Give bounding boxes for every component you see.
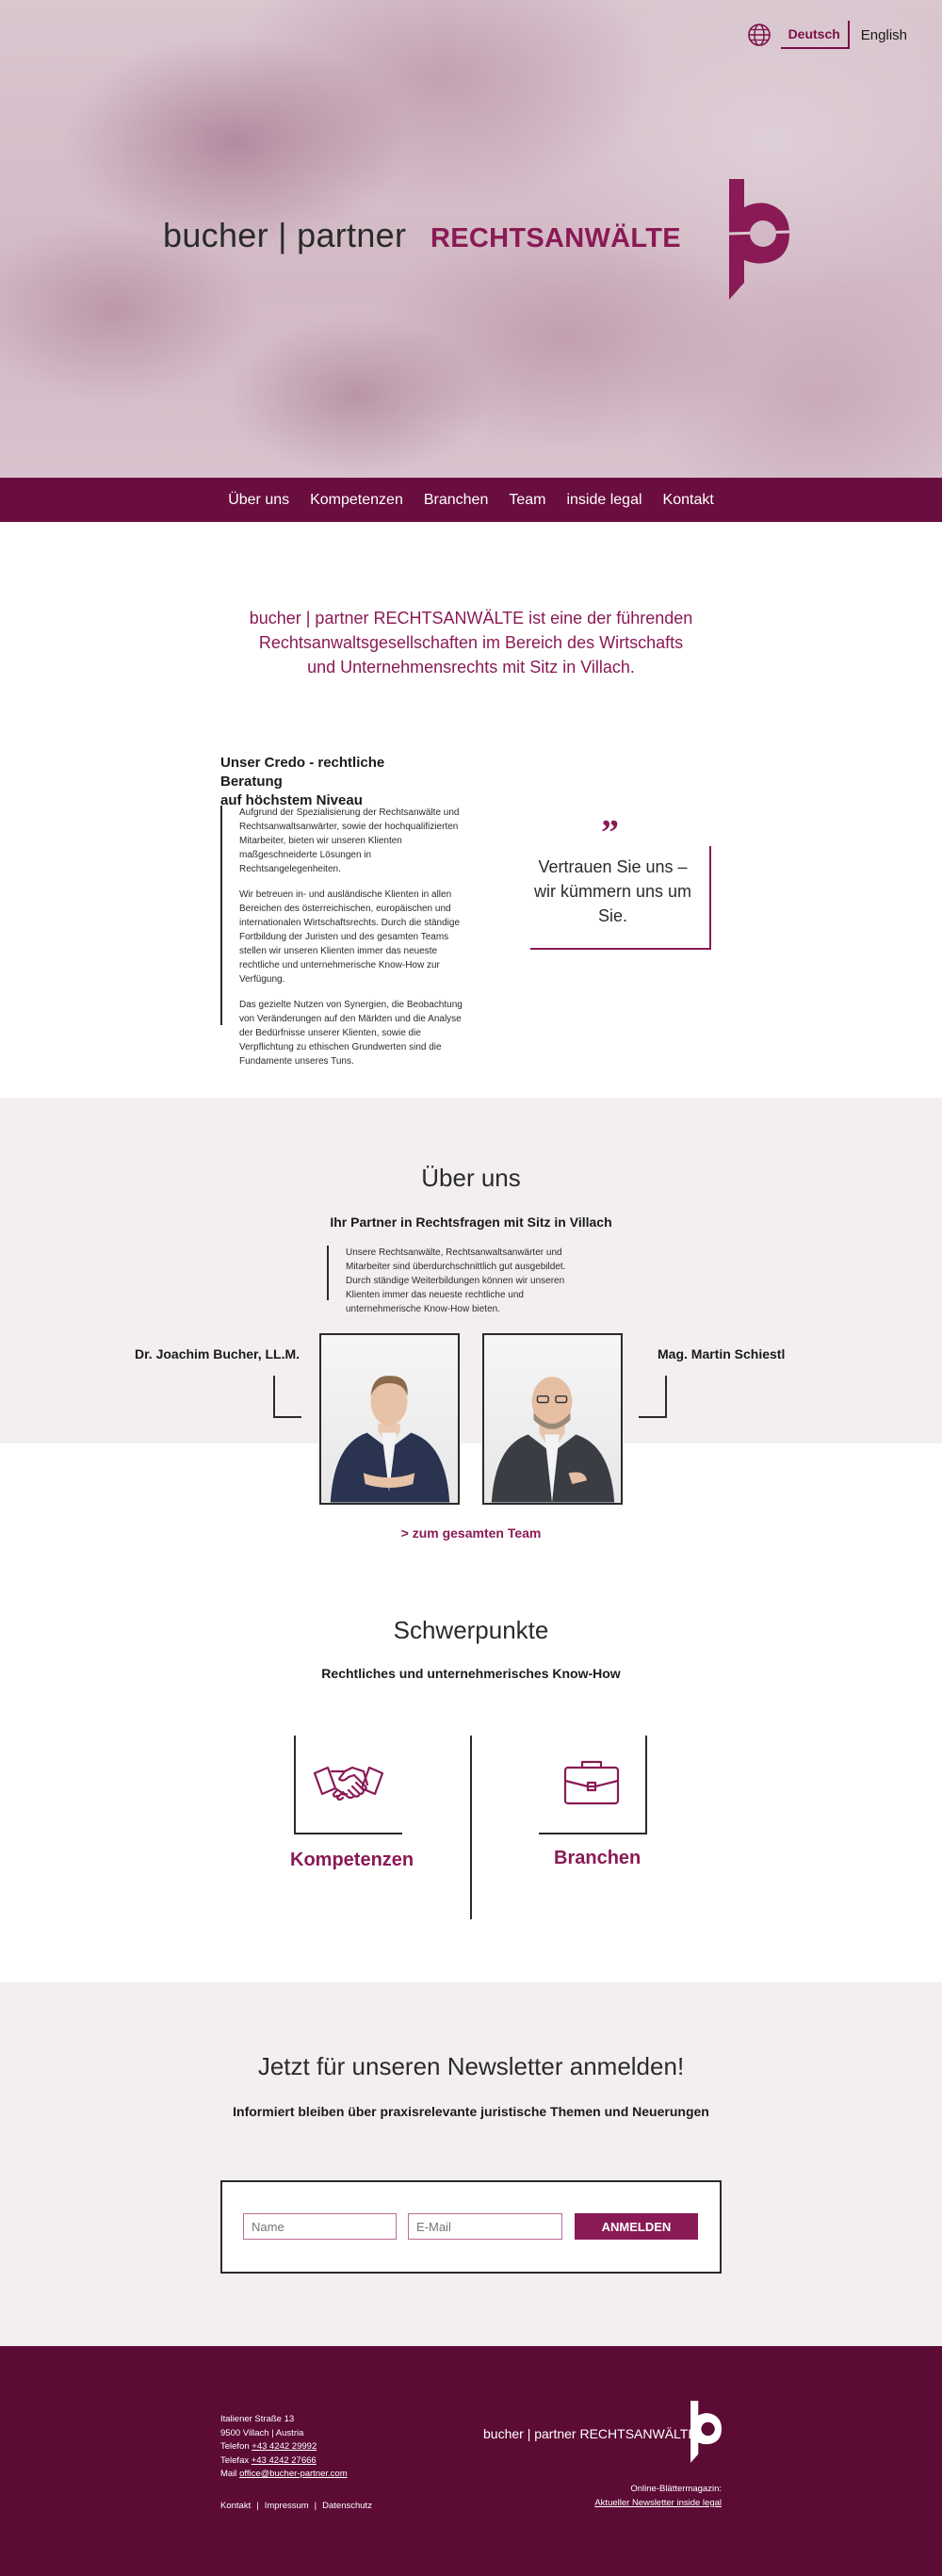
- language-switcher: Deutsch English: [747, 21, 909, 49]
- nav-item-inside-legal[interactable]: inside legal: [566, 492, 642, 509]
- name-field[interactable]: [243, 2213, 397, 2240]
- footer-separator: |: [314, 2501, 317, 2511]
- newsletter-section-bg: [0, 1982, 942, 2346]
- brand-name: bucher | partner: [163, 216, 407, 254]
- nav-item-branchen[interactable]: Branchen: [424, 492, 489, 509]
- phone-link[interactable]: +43 4242 29992: [252, 2441, 317, 2452]
- briefcase-icon[interactable]: [554, 1754, 629, 1811]
- quote-text: Vertrauen Sie uns – wir kümmern uns um S…: [533, 857, 692, 925]
- connector-line: [273, 1376, 301, 1418]
- globe-icon[interactable]: [747, 23, 771, 47]
- subscribe-button[interactable]: ANMELDEN: [575, 2213, 698, 2240]
- credo-title-line: Unser Credo - rechtliche Beratung: [220, 755, 385, 790]
- lang-english-link[interactable]: English: [859, 22, 909, 49]
- page: Deutsch English bucher | partner RECHTSA…: [0, 0, 942, 2576]
- team-link[interactable]: > zum gesamten Team: [0, 1525, 942, 1541]
- footer-link-kontakt[interactable]: Kontakt: [220, 2501, 251, 2511]
- portrait-image: [330, 1376, 450, 1503]
- email-field[interactable]: [408, 2213, 562, 2240]
- credo-paragraph: Aufgrund der Spezialisierung der Rechtsa…: [239, 807, 460, 874]
- nav-item-ueber-uns[interactable]: Über uns: [228, 492, 289, 509]
- footer-links: Kontakt | Impressum | Datenschutz: [220, 2501, 372, 2511]
- footer-magazine: Online-Blättermagazin: Aktueller Newslet…: [594, 2483, 722, 2510]
- address-mail: Mail office@bucher-partner.com: [220, 2468, 348, 2482]
- portrait-schiestl[interactable]: [482, 1333, 623, 1505]
- mail-link[interactable]: office@bucher-partner.com: [239, 2469, 348, 2479]
- about-title: Über uns: [421, 1164, 521, 1192]
- nav-item-kontakt[interactable]: Kontakt: [663, 492, 714, 509]
- intro-line: bucher | partner RECHTSANWÄLTE ist eine …: [249, 609, 693, 628]
- portrait-image: [491, 1377, 615, 1503]
- intro-line: und Unternehmensrechts mit Sitz in Villa…: [307, 658, 635, 677]
- about-subtitle: Ihr Partner in Rechtsfragen mit Sitz in …: [330, 1215, 612, 1230]
- lang-deutsch-link[interactable]: Deutsch: [780, 21, 850, 49]
- mail-label: Mail: [220, 2469, 237, 2479]
- address-phone: Telefon +43 4242 29992: [220, 2440, 348, 2454]
- about-body: Unsere Rechtsanwälte, Rechtsanwaltsanwär…: [327, 1246, 581, 1314]
- credo-paragraph: Das gezielte Nutzen von Synergien, die B…: [239, 1000, 463, 1067]
- intro-text: bucher | partner RECHTSANWÄLTE ist eine …: [0, 606, 942, 679]
- address-city: 9500 Villach | Austria: [220, 2427, 304, 2438]
- address-street: Italiener Straße 13: [220, 2414, 295, 2424]
- credo-body: Aufgrund der Spezialisierung der Rechtsa…: [220, 806, 465, 1067]
- fax-label: Telefax: [220, 2454, 250, 2466]
- newsletter-subtitle: Informiert bleiben über praxisrelevante …: [233, 2104, 709, 2119]
- magazine-link[interactable]: Aktueller Newsletter inside legal: [594, 2497, 722, 2511]
- magazine-label: Online-Blättermagazin:: [630, 2484, 722, 2494]
- nav-item-kompetenzen[interactable]: Kompetenzen: [310, 492, 403, 509]
- brand-suffix: RECHTSANWÄLTE: [430, 223, 681, 253]
- credo-paragraph: Wir betreuen in- und ausländische Klient…: [239, 889, 461, 985]
- hero-banner: Deutsch English bucher | partner RECHTSA…: [0, 0, 942, 478]
- footer-address: Italiener Straße 13 9500 Villach | Austr…: [220, 2413, 348, 2482]
- kompetenzen-link[interactable]: Kompetenzen: [290, 1850, 414, 1871]
- newsletter-form: ANMELDEN: [220, 2180, 722, 2274]
- footer-brand: bucher | partner RECHTSANWÄLTE: [483, 2426, 697, 2441]
- fax-link[interactable]: +43 4242 27666: [252, 2455, 317, 2466]
- handshake-icon[interactable]: [311, 1754, 386, 1811]
- phone-label: Telefon: [220, 2441, 250, 2452]
- focus-title: Schwerpunkte: [393, 1616, 549, 1644]
- intro-line: Rechtsanwaltsgesellschaften im Bereich d…: [258, 633, 684, 652]
- footer: Italiener Straße 13 9500 Villach | Austr…: [0, 2346, 942, 2576]
- person-name-bucher: Dr. Joachim Bucher, LL.M.: [135, 1346, 300, 1361]
- person-name-schiestl: Mag. Martin Schiestl: [658, 1346, 786, 1361]
- connector-line: [639, 1376, 667, 1418]
- main-nav: Über uns Kompetenzen Branchen Team insid…: [0, 478, 942, 522]
- address-fax: Telefax +43 4242 27666: [220, 2454, 348, 2469]
- footer-link-impressum[interactable]: Impressum: [265, 2501, 309, 2511]
- focus-divider: [470, 1736, 472, 1919]
- branchen-link[interactable]: Branchen: [554, 1848, 641, 1869]
- focus-subtitle: Rechtliches und unternehmerisches Know-H…: [321, 1666, 621, 1681]
- bp-logo-icon[interactable]: [725, 179, 791, 300]
- footer-separator: |: [256, 2501, 259, 2511]
- newsletter-title: Jetzt für unseren Newsletter anmelden!: [257, 2052, 685, 2080]
- bp-logo-icon[interactable]: [689, 2401, 723, 2463]
- nav-item-team[interactable]: Team: [509, 492, 545, 509]
- footer-link-datenschutz[interactable]: Datenschutz: [322, 2501, 372, 2511]
- portrait-bucher[interactable]: [319, 1333, 460, 1505]
- credo-title: Unser Credo - rechtliche Beratung auf hö…: [220, 754, 447, 810]
